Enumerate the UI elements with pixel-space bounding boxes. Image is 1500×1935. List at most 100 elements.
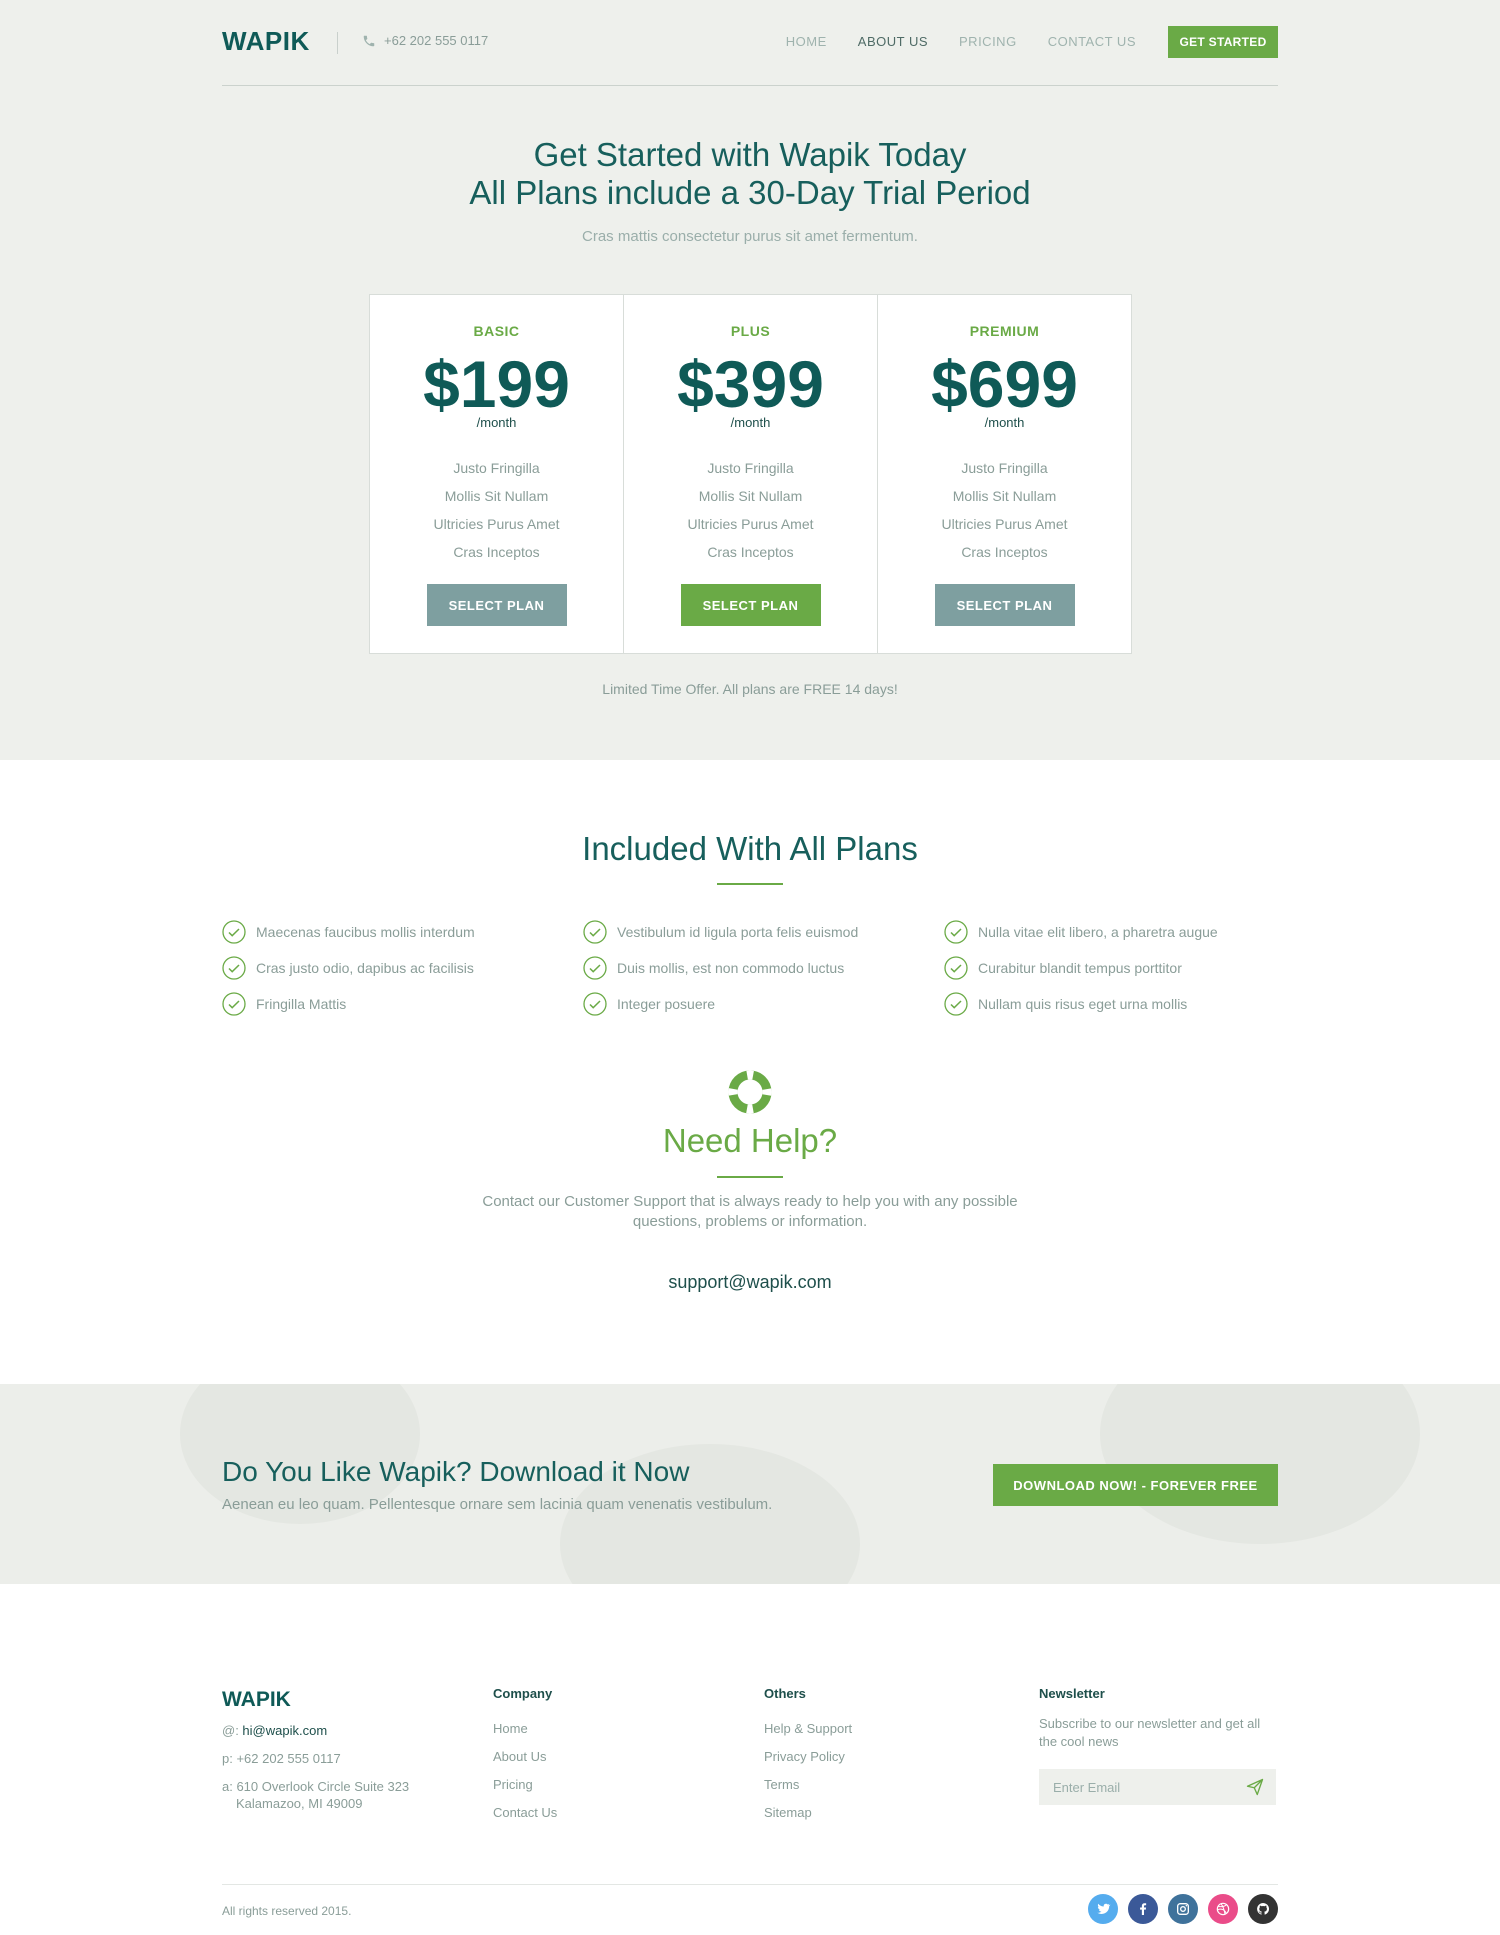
footer-company-column: Company Home About Us Pricing Contact Us — [493, 1686, 557, 1827]
select-plan-plus-button[interactable]: SELECT PLAN — [680, 584, 821, 626]
dribbble-icon[interactable] — [1208, 1894, 1238, 1924]
instagram-icon[interactable] — [1168, 1894, 1198, 1924]
header-divider — [222, 85, 1278, 86]
footer-column-heading: Others — [764, 1686, 806, 1701]
plan-feature: Ultricies Purus Amet — [687, 516, 814, 532]
send-icon[interactable] — [1246, 1778, 1264, 1796]
check-circle-icon — [944, 992, 968, 1016]
nav-menu: HOME ABOUT US PRICING CONTACT US — [786, 34, 1136, 49]
social-links — [1088, 1894, 1278, 1924]
check-circle-icon — [944, 920, 968, 944]
plan-feature: Mollis Sit Nullam — [444, 488, 549, 504]
plan-feature: Ultricies Purus Amet — [433, 516, 560, 532]
plan-feature: Justo Fringilla — [453, 460, 540, 476]
logo[interactable]: WAPIK — [222, 26, 310, 57]
plan-feature: Cras Inceptos — [707, 544, 794, 560]
included-feature: Integer posuere — [583, 992, 944, 1016]
included-feature-label: Cras justo odio, dapibus ac facilisis — [256, 960, 474, 976]
phone-icon — [363, 35, 375, 46]
newsletter-email-input[interactable] — [1039, 1769, 1229, 1805]
plan-price: $199 — [423, 347, 570, 421]
check-circle-icon — [944, 956, 968, 980]
pricing-section: WAPIK +62 202 555 0117 HOME ABOUT US PRI… — [0, 0, 1500, 760]
twitter-icon[interactable] — [1088, 1894, 1118, 1924]
plan-feature: Cras Inceptos — [961, 544, 1048, 560]
check-circle-icon — [583, 920, 607, 944]
included-feature-grid: Maecenas faucibus mollis interdum Vestib… — [222, 920, 1278, 1016]
banner-title: Do You Like Wapik? Download it Now — [222, 1456, 690, 1487]
footer-others-column: Others Help & Support Privacy Policy Ter… — [764, 1686, 852, 1827]
download-now-button[interactable]: DOWNLOAD NOW! - FOREVER FREE — [993, 1464, 1278, 1506]
newsletter-text: Subscribe to our newsletter and get all … — [1039, 1716, 1261, 1749]
footer-contact: @: hi@wapik.com p: +62 202 555 0117 a: 6… — [222, 1717, 409, 1813]
plan-name: PREMIUM — [969, 323, 1040, 339]
included-feature-label: Nulla vitae elit libero, a pharetra augu… — [978, 924, 1218, 940]
plan-period: /month — [730, 415, 771, 430]
included-feature: Curabitur blandit tempus porttitor — [944, 956, 1278, 980]
plan-price: $399 — [677, 347, 824, 421]
nav-about-us[interactable]: ABOUT US — [858, 34, 928, 49]
footer-phone: p: +62 202 555 0117 — [222, 1751, 341, 1766]
help-title: Need Help? — [662, 1122, 838, 1159]
support-email-link[interactable]: support@wapik.com — [0, 1272, 1500, 1293]
copyright: All rights reserved 2015. — [222, 1904, 352, 1918]
included-feature: Nullam quis risus eget urna mollis — [944, 992, 1278, 1016]
footer-link-about-us[interactable]: About Us — [493, 1743, 557, 1771]
plan-feature: Mollis Sit Nullam — [698, 488, 803, 504]
phone-number: +62 202 555 0117 — [384, 33, 489, 48]
footer-link-contact-us[interactable]: Contact Us — [493, 1799, 557, 1827]
included-feature-label: Curabitur blandit tempus porttitor — [978, 960, 1182, 976]
github-icon[interactable] — [1248, 1894, 1278, 1924]
included-title: Included With All Plans — [582, 830, 918, 867]
included-feature-label: Nullam quis risus eget urna mollis — [978, 996, 1188, 1012]
plan-feature: Ultricies Purus Amet — [941, 516, 1068, 532]
plan-feature: Mollis Sit Nullam — [952, 488, 1057, 504]
select-plan-basic-button[interactable]: SELECT PLAN — [426, 584, 567, 626]
footer-column-heading: Newsletter — [1039, 1686, 1105, 1701]
title-underline — [717, 1176, 783, 1178]
footer-link-home[interactable]: Home — [493, 1715, 557, 1743]
nav-contact-us[interactable]: CONTACT US — [1048, 34, 1136, 49]
plan-card-premium: PREMIUM $699 /month Justo Fringilla Moll… — [878, 295, 1131, 653]
plan-feature-list: Justo Fringilla Mollis Sit Nullam Ultric… — [370, 454, 623, 566]
included-feature: Fringilla Mattis — [222, 992, 583, 1016]
pricing-table: BASIC $199 /month Justo Fringilla Mollis… — [369, 294, 1132, 654]
footer-logo[interactable]: WAPIK — [222, 1688, 291, 1712]
check-circle-icon — [222, 992, 246, 1016]
plan-feature-list: Justo Fringilla Mollis Sit Nullam Ultric… — [624, 454, 877, 566]
nav-home[interactable]: HOME — [786, 34, 827, 49]
title-underline — [717, 883, 783, 885]
footer-link-terms[interactable]: Terms — [764, 1771, 852, 1799]
hero-title-line-2: All Plans include a 30-Day Trial Period — [469, 174, 1031, 211]
footer-link-pricing[interactable]: Pricing — [493, 1771, 557, 1799]
plan-feature: Cras Inceptos — [453, 544, 540, 560]
plan-card-basic: BASIC $199 /month Justo Fringilla Mollis… — [370, 295, 624, 653]
included-feature-label: Duis mollis, est non commodo luctus — [617, 960, 845, 976]
included-feature: Cras justo odio, dapibus ac facilisis — [222, 956, 583, 980]
footer-column-heading: Company — [493, 1686, 553, 1701]
get-started-button[interactable]: GET STARTED — [1168, 26, 1278, 58]
footer-link-sitemap[interactable]: Sitemap — [764, 1799, 852, 1827]
footer-link-help-support[interactable]: Help & Support — [764, 1715, 852, 1743]
check-circle-icon — [222, 920, 246, 944]
select-plan-premium-button[interactable]: SELECT PLAN — [934, 584, 1075, 626]
footer-email: @: hi@wapik.com — [222, 1717, 409, 1745]
footer-email-link[interactable]: hi@wapik.com — [242, 1723, 327, 1738]
facebook-icon[interactable] — [1128, 1894, 1158, 1924]
footer-link-privacy-policy[interactable]: Privacy Policy — [764, 1743, 852, 1771]
plan-name: PLUS — [730, 323, 771, 339]
plan-price: $699 — [931, 347, 1078, 421]
included-feature-label: Integer posuere — [617, 996, 716, 1012]
check-circle-icon — [222, 956, 246, 980]
nav-pricing[interactable]: PRICING — [959, 34, 1017, 49]
footer-divider — [222, 1884, 1278, 1885]
included-feature-label: Fringilla Mattis — [256, 996, 347, 1012]
offer-text: Limited Time Offer. All plans are FREE 1… — [602, 681, 898, 697]
plan-feature: Justo Fringilla — [961, 460, 1048, 476]
hero-subtitle: Cras mattis consectetur purus sit amet f… — [582, 228, 918, 245]
phone-contact: +62 202 555 0117 — [362, 33, 488, 48]
navbar: WAPIK +62 202 555 0117 HOME ABOUT US PRI… — [222, 26, 1278, 86]
help-text: Contact our Customer Support that is alw… — [482, 1193, 1018, 1230]
download-banner: Do You Like Wapik? Download it Now Aenea… — [0, 1384, 1500, 1584]
footer-newsletter-column: Newsletter Subscribe to our newsletter a… — [1039, 1686, 1279, 1805]
